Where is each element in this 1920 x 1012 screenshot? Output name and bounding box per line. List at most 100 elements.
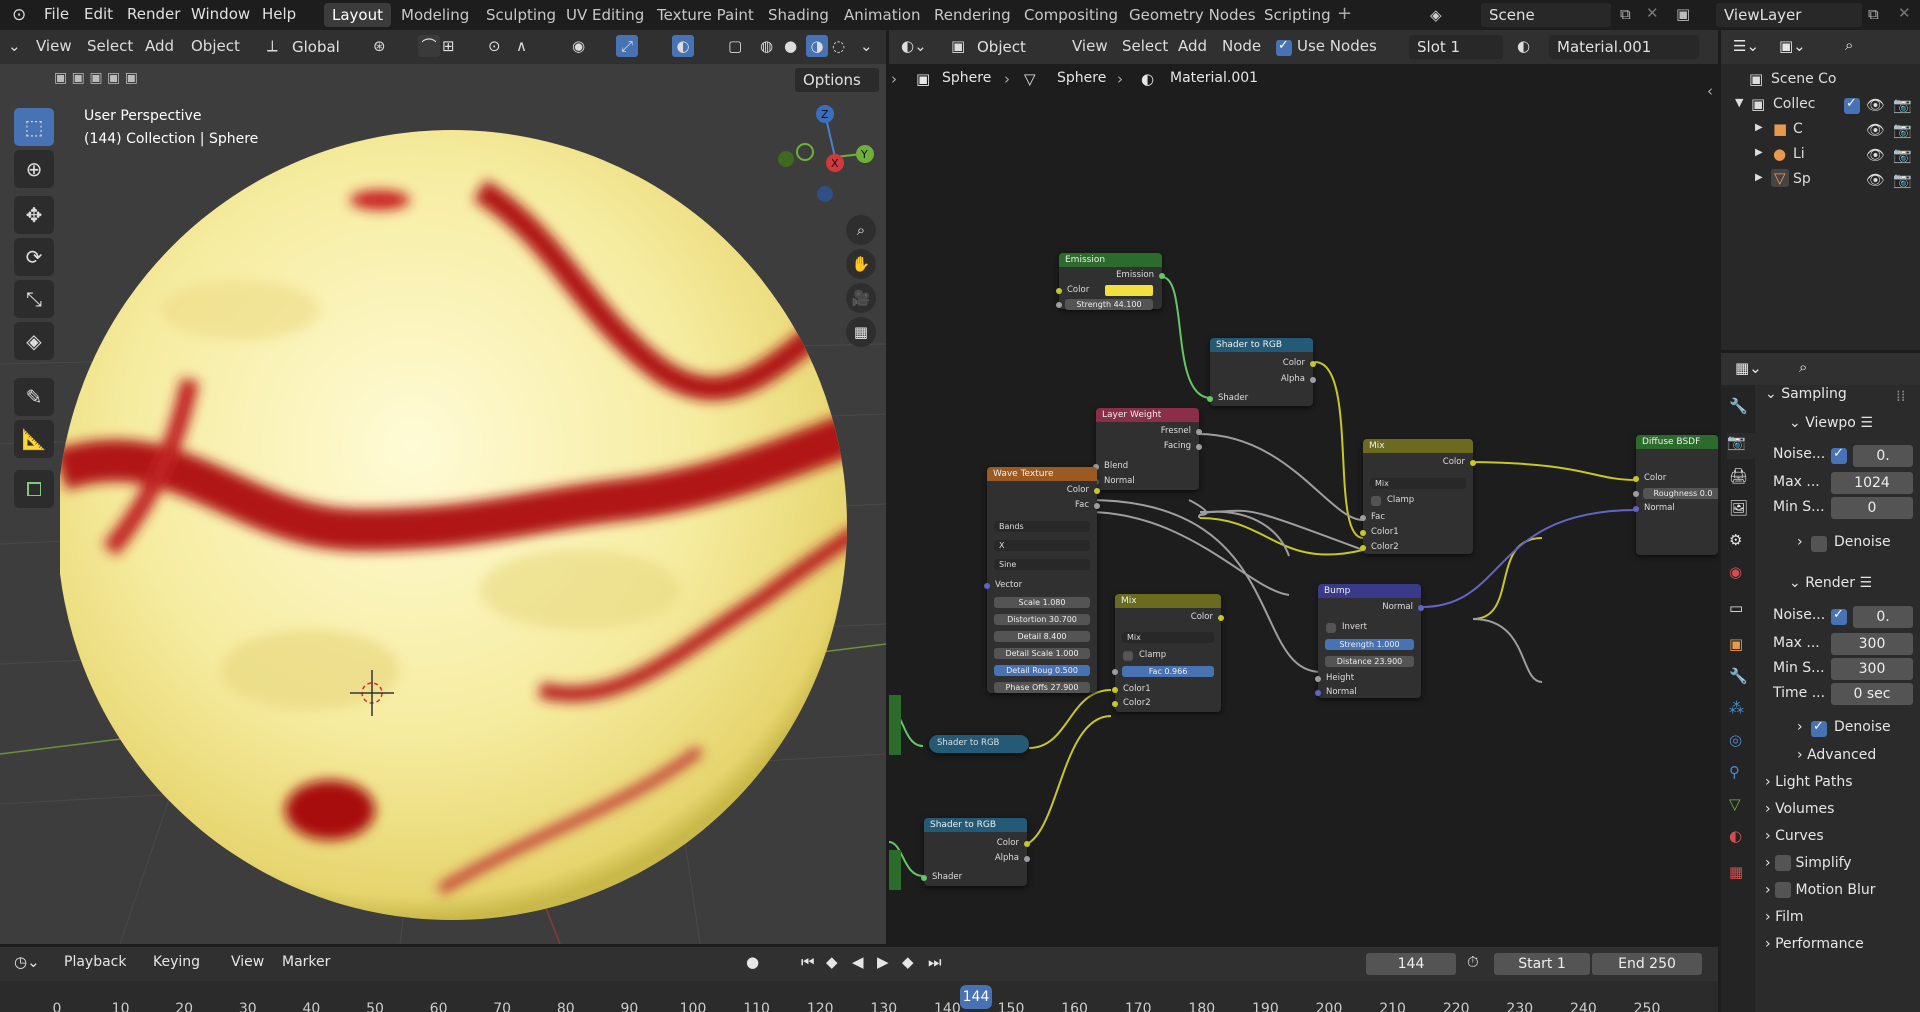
add-workspace-icon[interactable]: + [1337,3,1352,24]
render-tab-icon[interactable]: 📷 [1727,433,1755,459]
transform-tool[interactable]: ◈ [14,322,54,360]
wave-type-dropdown[interactable]: Bands [994,521,1090,532]
modifier-tab-icon[interactable]: 🔧 [1729,667,1748,685]
socket[interactable] [1112,701,1118,707]
tool-tab-icon[interactable]: 🔧 [1729,397,1748,415]
tab-animation[interactable]: Animation [836,3,928,27]
wave-detail-scale-field[interactable]: Detail Scale 1.000 [994,648,1090,659]
socket[interactable] [1315,676,1321,682]
socket[interactable] [1633,491,1639,497]
menu-file[interactable]: File [44,5,69,23]
viewport-3d[interactable]: ⌄ View Select Add Object ⟂ Global ⊛ ⌒ ⊞ … [0,30,886,944]
clamp-checkbox[interactable] [1123,651,1133,661]
tab-modeling[interactable]: Modeling [393,3,477,27]
diffuse-bsdf-node[interactable]: Diffuse BSDF Color Roughness 0.0 Normal [1633,435,1718,555]
scene-field[interactable]: Scene [1481,3,1611,27]
viewport-menu-object[interactable]: Object [191,35,240,57]
shader-to-rgb-node[interactable]: Shader to RGB Color Alpha Shader [921,818,1030,886]
socket[interactable] [1024,841,1030,847]
data-tab-icon[interactable]: ▽ [1729,795,1741,813]
annotate-tool[interactable]: ✎ [14,378,54,416]
expand-chevron-icon[interactable]: ▶ [1755,122,1763,133]
properties-type-icon[interactable]: ▦⌄ [1735,359,1762,377]
frame-ruler[interactable]: 0 10 20 30 40 50 60 70 80 90 100 110 120 130 140 150 160… [0,947,1718,1012]
close-scene-icon[interactable]: ✕ [1646,4,1659,22]
sphere-object[interactable] [60,130,860,944]
close-viewlayer-icon[interactable]: ✕ [1898,4,1911,22]
rotate-tool[interactable]: ⟳ [14,238,54,276]
socket[interactable] [1159,273,1165,279]
collection-tab-icon[interactable]: ▭ [1729,599,1743,617]
filter-icon[interactable]: ▣⌄ [1779,37,1806,55]
texture-tab-icon[interactable]: ▦ [1729,863,1743,881]
material-tab-icon[interactable]: ◐ [1729,827,1742,845]
menu-edit[interactable]: Edit [84,5,113,23]
socket[interactable] [1310,377,1316,383]
editor-type-chevron-icon[interactable]: ⌄ [8,35,21,57]
visibility-icon[interactable]: ◉ [572,35,585,57]
new-viewlayer-icon[interactable]: ⧉ [1868,5,1879,23]
render-noise-field[interactable]: 0. [1853,606,1913,628]
outliner[interactable]: ☰⌄ ▣⌄ ⌕ ▣ Scene Co ▼ ▣ Collec 👁 📷 ▶ ■ C … [1721,30,1920,350]
blender-logo-icon[interactable]: ⊙ [12,5,26,25]
socket[interactable] [1094,488,1100,494]
overlay-toggle-icon[interactable]: ◐ [672,35,694,57]
object-tab-icon[interactable]: ▣ [1729,635,1743,653]
navigation-gizmo[interactable]: Z Y X [770,102,880,212]
tab-layout[interactable]: Layout [324,3,391,27]
render-time-field[interactable]: 0 sec [1831,683,1913,705]
physics-tab-icon[interactable]: ◎ [1729,731,1742,749]
properties-search-icon[interactable]: ⌕ [1799,358,1807,376]
tab-compositing[interactable]: Compositing [1016,3,1126,27]
outliner-row-collection[interactable]: ▼ ▣ Collec 👁 📷 [1721,93,1920,119]
display-mode-icon[interactable]: ☰⌄ [1733,37,1759,55]
offscreen-node[interactable] [889,695,901,755]
properties-editor[interactable]: ▦⌄ ⌕ 🔧 📷 🖨 🖼 ⚙ ◉ ▭ ▣ 🔧 ⁂ ◎ ⚲ ▽ ◐ ▦ ⌄ Sam… [1721,353,1920,1012]
tab-geometry-nodes[interactable]: Geometry Nodes [1121,3,1264,27]
eye-icon[interactable]: 👁 [1866,171,1885,189]
offscreen-node[interactable] [889,850,901,890]
camera-render-icon[interactable]: 📷 [1893,146,1912,164]
viewport-max-samples-field[interactable]: 1024 [1831,472,1913,494]
shading-options-chevron-icon[interactable]: ⌄ [860,35,873,57]
world-tab-icon[interactable]: ◉ [1729,563,1742,581]
camera-render-icon[interactable]: 📷 [1893,121,1912,139]
socket[interactable] [1310,361,1316,367]
exclude-checkbox[interactable] [1844,96,1860,114]
emission-node[interactable]: Emission Emission Color Strength 44.100 [1056,253,1165,310]
move-tool[interactable]: ✥ [14,196,54,234]
particles-tab-icon[interactable]: ⁂ [1729,699,1744,717]
shading-wireframe-icon[interactable]: ◍ [760,35,773,57]
eye-icon[interactable]: 👁 [1866,121,1885,139]
sampling-panel-header[interactable]: ⌄ Sampling [1765,386,1847,402]
socket[interactable] [1112,669,1118,675]
socket[interactable] [1196,444,1202,450]
scene-selector-icon[interactable]: ◈ [1430,6,1442,24]
mix-node[interactable]: Mix Color Mix Clamp Fac 0.966 Color1 Col… [1112,594,1224,712]
viewport-subpanel-header[interactable]: ⌄ Viewpo ☰ [1789,415,1873,431]
socket[interactable] [1633,476,1639,482]
render-min-samples-field[interactable]: 300 [1831,658,1913,680]
gizmo-toggle-icon[interactable]: ⤢ [616,35,638,57]
scale-tool[interactable]: ⤡ [14,280,54,318]
select-box-tool[interactable]: ⬚ [14,108,54,146]
emission-color-swatch[interactable] [1105,285,1153,296]
socket[interactable] [1112,687,1118,693]
advanced-subpanel-header[interactable]: › Advanced [1797,747,1876,763]
wave-texture-node[interactable]: Wave Texture Color Fac Bands X Sine Vect… [984,467,1100,693]
viewport-noise-checkbox[interactable] [1831,446,1847,464]
volumes-panel-header[interactable]: › Volumes [1765,801,1915,825]
search-icon[interactable]: ⌕ [1845,36,1853,54]
tab-uv-editing[interactable]: UV Editing [558,3,652,27]
socket[interactable] [921,875,927,881]
falloff-icon[interactable]: ∧ [516,35,527,57]
eye-icon[interactable]: 👁 [1866,146,1885,164]
light-paths-panel-header[interactable]: › Light Paths [1765,774,1915,798]
bump-distance-field[interactable]: Distance 23.900 [1325,656,1414,667]
socket[interactable] [1094,503,1100,509]
pivot-icon[interactable]: ⊛ [373,35,386,57]
clamp-checkbox[interactable] [1371,496,1381,506]
socket[interactable] [1207,396,1213,402]
render-noise-checkbox[interactable] [1831,607,1847,625]
outliner-row-light[interactable]: ▶ ● Li 👁 📷 [1721,143,1920,169]
